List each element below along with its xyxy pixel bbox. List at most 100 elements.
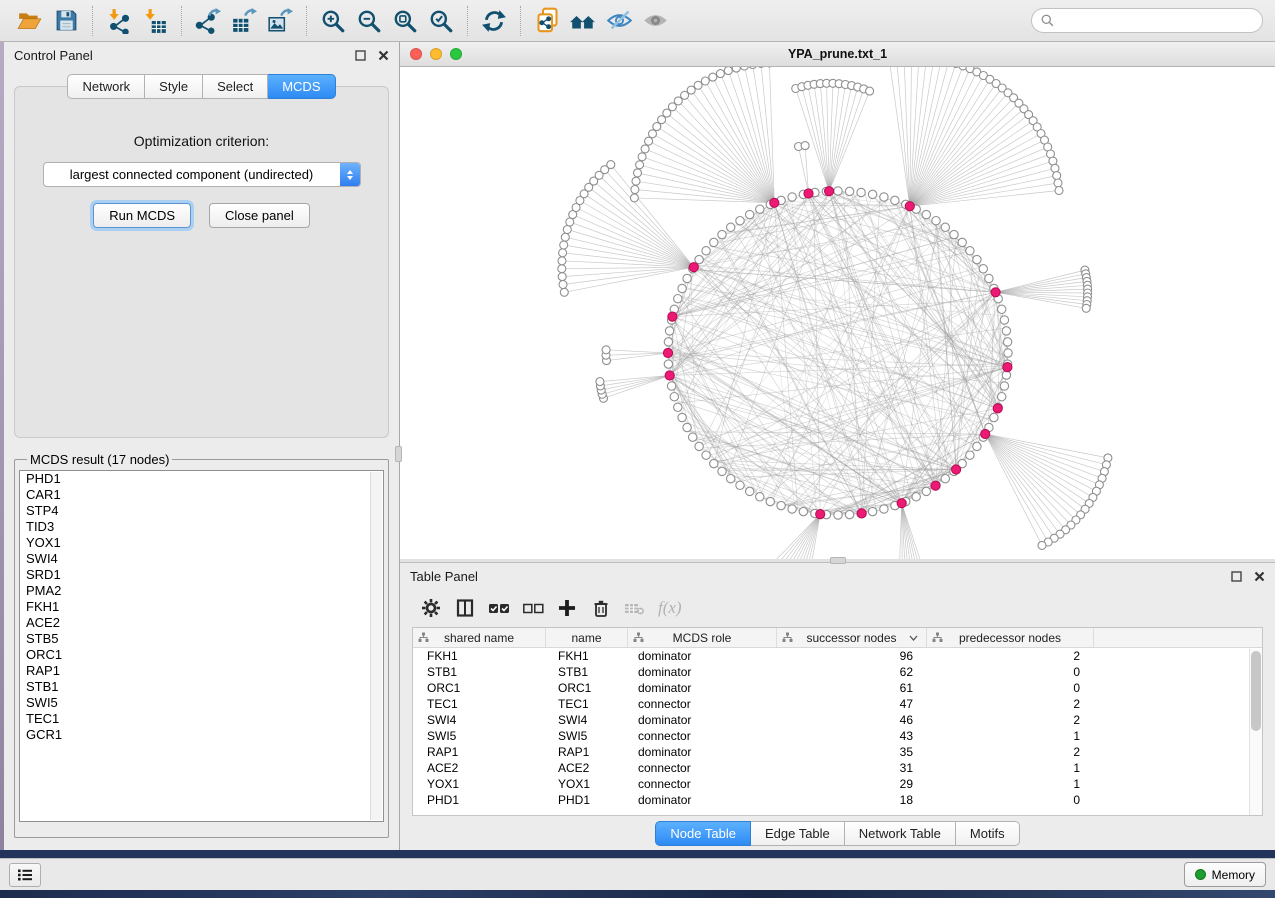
select-all-icon[interactable] [484,594,514,622]
cell-successor-nodes[interactable]: 35 [777,745,927,759]
cell-MCDS-role[interactable]: dominator [628,713,777,727]
horizontal-splitter-handle[interactable] [830,557,846,564]
list-item[interactable]: STB5 [20,631,383,647]
cell-predecessor-nodes[interactable]: 2 [927,697,1094,711]
eye-icon[interactable] [637,4,673,38]
save-icon[interactable] [48,4,84,38]
cell-predecessor-nodes[interactable]: 2 [927,745,1094,759]
cell-shared-name[interactable]: ACE2 [413,761,546,775]
cell-MCDS-role[interactable]: connector [628,761,777,775]
select-stepper-icon[interactable] [340,163,360,186]
column-header-shared-name[interactable]: shared name [413,628,546,647]
zoom-selected-icon[interactable] [423,4,459,38]
export-image-icon[interactable] [262,4,298,38]
column-header-name[interactable]: name [546,628,628,647]
list-item[interactable]: STP4 [20,503,383,519]
zoom-fit-icon[interactable] [387,4,423,38]
list-item[interactable]: RAP1 [20,663,383,679]
tab-style[interactable]: Style [145,74,203,99]
search-input[interactable] [1060,13,1253,29]
list-item[interactable]: STB1 [20,679,383,695]
list-item[interactable]: ORC1 [20,647,383,663]
table-row[interactable]: RAP1RAP1dominator352 [413,744,1262,760]
cell-name[interactable]: ORC1 [546,681,628,695]
open-folder-icon[interactable] [12,4,48,38]
list-item[interactable]: FKH1 [20,599,383,615]
tab-mcds[interactable]: MCDS [268,74,335,99]
close-traffic-light[interactable] [410,48,422,60]
cell-name[interactable]: STB1 [546,665,628,679]
clipboard-network-icon[interactable] [529,4,565,38]
cell-name[interactable]: YOX1 [546,777,628,791]
cell-successor-nodes[interactable]: 62 [777,665,927,679]
table-row[interactable]: TEC1TEC1connector472 [413,696,1262,712]
cell-name[interactable]: FKH1 [546,649,628,663]
list-item[interactable]: CAR1 [20,487,383,503]
table-row[interactable]: STB1STB1dominator620 [413,664,1262,680]
cell-MCDS-role[interactable]: dominator [628,793,777,807]
cell-MCDS-role[interactable]: connector [628,729,777,743]
float-icon[interactable] [1231,571,1242,582]
refresh-icon[interactable] [476,4,512,38]
cell-predecessor-nodes[interactable]: 2 [927,649,1094,663]
list-item[interactable]: SRD1 [20,567,383,583]
table-scrollbar-thumb[interactable] [1251,651,1261,731]
run-mcds-button[interactable]: Run MCDS [93,203,191,228]
cell-predecessor-nodes[interactable]: 0 [927,681,1094,695]
cell-name[interactable]: TEC1 [546,697,628,711]
table-row[interactable]: ACE2ACE2connector311 [413,760,1262,776]
cell-MCDS-role[interactable]: dominator [628,745,777,759]
cell-successor-nodes[interactable]: 61 [777,681,927,695]
export-network-icon[interactable] [190,4,226,38]
float-icon[interactable] [355,50,366,61]
cell-predecessor-nodes[interactable]: 2 [927,713,1094,727]
import-network-icon[interactable] [101,4,137,38]
cell-MCDS-role[interactable]: dominator [628,665,777,679]
cell-shared-name[interactable]: YOX1 [413,777,546,791]
tab-network-table[interactable]: Network Table [845,821,956,846]
zoom-in-icon[interactable] [315,4,351,38]
network-graph[interactable] [400,67,1274,559]
cell-successor-nodes[interactable]: 31 [777,761,927,775]
table-row[interactable]: SWI5SWI5connector431 [413,728,1262,744]
cell-predecessor-nodes[interactable]: 0 [927,793,1094,807]
list-item[interactable]: PMA2 [20,583,383,599]
tab-motifs[interactable]: Motifs [956,821,1020,846]
list-item[interactable]: TEC1 [20,711,383,727]
import-table-icon[interactable] [137,4,173,38]
tab-select[interactable]: Select [203,74,268,99]
tab-network[interactable]: Network [67,74,145,99]
deselect-all-icon[interactable] [518,594,548,622]
cell-name[interactable]: RAP1 [546,745,628,759]
cell-shared-name[interactable]: ORC1 [413,681,546,695]
zoom-out-icon[interactable] [351,4,387,38]
table-row[interactable]: SWI4SWI4dominator462 [413,712,1262,728]
cell-successor-nodes[interactable]: 96 [777,649,927,663]
cell-MCDS-role[interactable]: dominator [628,681,777,695]
table-row[interactable]: PHD1PHD1dominator180 [413,792,1262,808]
cell-name[interactable]: SWI5 [546,729,628,743]
cell-successor-nodes[interactable]: 46 [777,713,927,727]
list-item[interactable]: SWI4 [20,551,383,567]
list-item[interactable]: TID3 [20,519,383,535]
cell-predecessor-nodes[interactable]: 1 [927,729,1094,743]
cell-predecessor-nodes[interactable]: 0 [927,665,1094,679]
list-scrollbar[interactable] [370,472,382,820]
cell-successor-nodes[interactable]: 29 [777,777,927,791]
list-item[interactable]: PHD1 [20,471,383,487]
add-column-plus-icon[interactable] [552,594,582,622]
close-icon[interactable] [1254,571,1265,582]
table-row[interactable]: ORC1ORC1dominator610 [413,680,1262,696]
cell-successor-nodes[interactable]: 43 [777,729,927,743]
cell-successor-nodes[interactable]: 47 [777,697,927,711]
list-item[interactable]: YOX1 [20,535,383,551]
optimization-select[interactable]: largest connected component (undirected) [43,162,361,187]
cell-predecessor-nodes[interactable]: 1 [927,777,1094,791]
cell-name[interactable]: PHD1 [546,793,628,807]
list-item[interactable]: ACE2 [20,615,383,631]
column-header-successor-nodes[interactable]: successor nodes [777,628,927,647]
cell-shared-name[interactable]: SWI4 [413,713,546,727]
close-panel-button[interactable]: Close panel [209,203,310,228]
table-row[interactable]: YOX1YOX1connector291 [413,776,1262,792]
export-table-icon[interactable] [226,4,262,38]
